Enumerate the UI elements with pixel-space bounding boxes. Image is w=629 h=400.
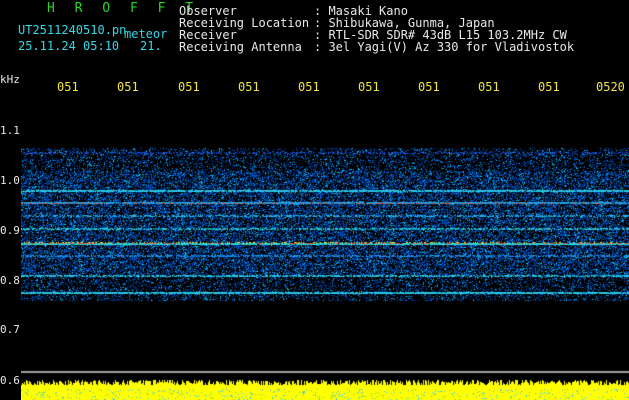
y-axis-unit: kHz [0,73,20,86]
x-tick-label: 051 [117,80,139,94]
x-tick-label: 051 [478,80,500,94]
x-tick-label: 051 [57,80,79,94]
x-tick-label: 051 [238,80,260,94]
x-tick-label: 051 [418,80,440,94]
app-title: H R O F F T [47,1,200,16]
file-name: UT2511240510.pn [18,23,127,37]
spectrogram-waterfall [21,100,629,400]
y-tick-label: 0.7 [0,323,20,336]
antenna-label: Receiving Antenna [179,40,302,54]
y-tick-label: 0.9 [0,224,20,237]
date-time: 25.11.24 05:10 [18,39,120,53]
x-tick-label: 051 [298,80,320,94]
antenna-value: : 3el Yagi(V) Az 330 for Vladivostok [314,40,575,54]
x-tick-label: 0520 [596,80,625,94]
y-tick-label: 1.0 [0,174,20,187]
x-tick-label: 051 [358,80,380,94]
count-label: 21. [140,39,162,53]
x-tick-label: 051 [538,80,560,94]
y-tick-label: 0.6 [0,374,20,387]
y-tick-label: 0.8 [0,274,20,287]
y-tick-label: 1.1 [0,124,20,137]
x-tick-label: 051 [178,80,200,94]
